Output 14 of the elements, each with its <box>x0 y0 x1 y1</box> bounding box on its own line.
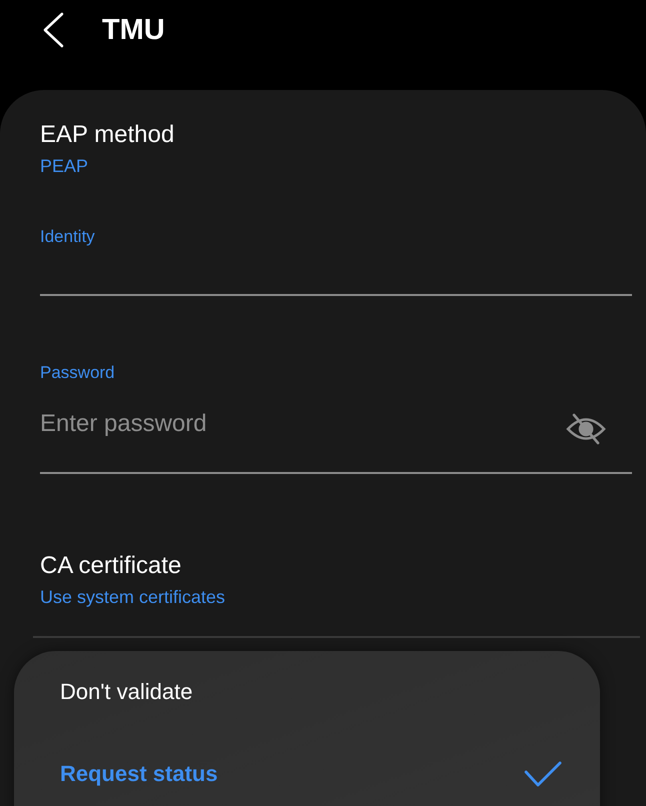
setting-value: Use system certificates <box>40 586 226 609</box>
check-icon <box>524 760 562 788</box>
menu-option[interactable]: Don't validate <box>14 651 600 733</box>
hidden-eye-icon[interactable] <box>566 412 606 446</box>
setting-label: CA certificate <box>40 551 182 581</box>
eap-method-setting[interactable]: EAP method PEAP <box>40 120 174 178</box>
password-field[interactable]: Enter password <box>40 400 632 474</box>
page-title: TMU <box>102 14 165 46</box>
setting-label: EAP method <box>40 120 174 150</box>
field-label: Identity <box>40 226 96 248</box>
field-label: Password <box>40 362 116 384</box>
menu-option[interactable]: Request status <box>14 733 600 806</box>
setting-value: PEAP <box>40 155 90 178</box>
ca-certificate-setting[interactable]: CA certificate Use system certificates <box>40 551 226 609</box>
